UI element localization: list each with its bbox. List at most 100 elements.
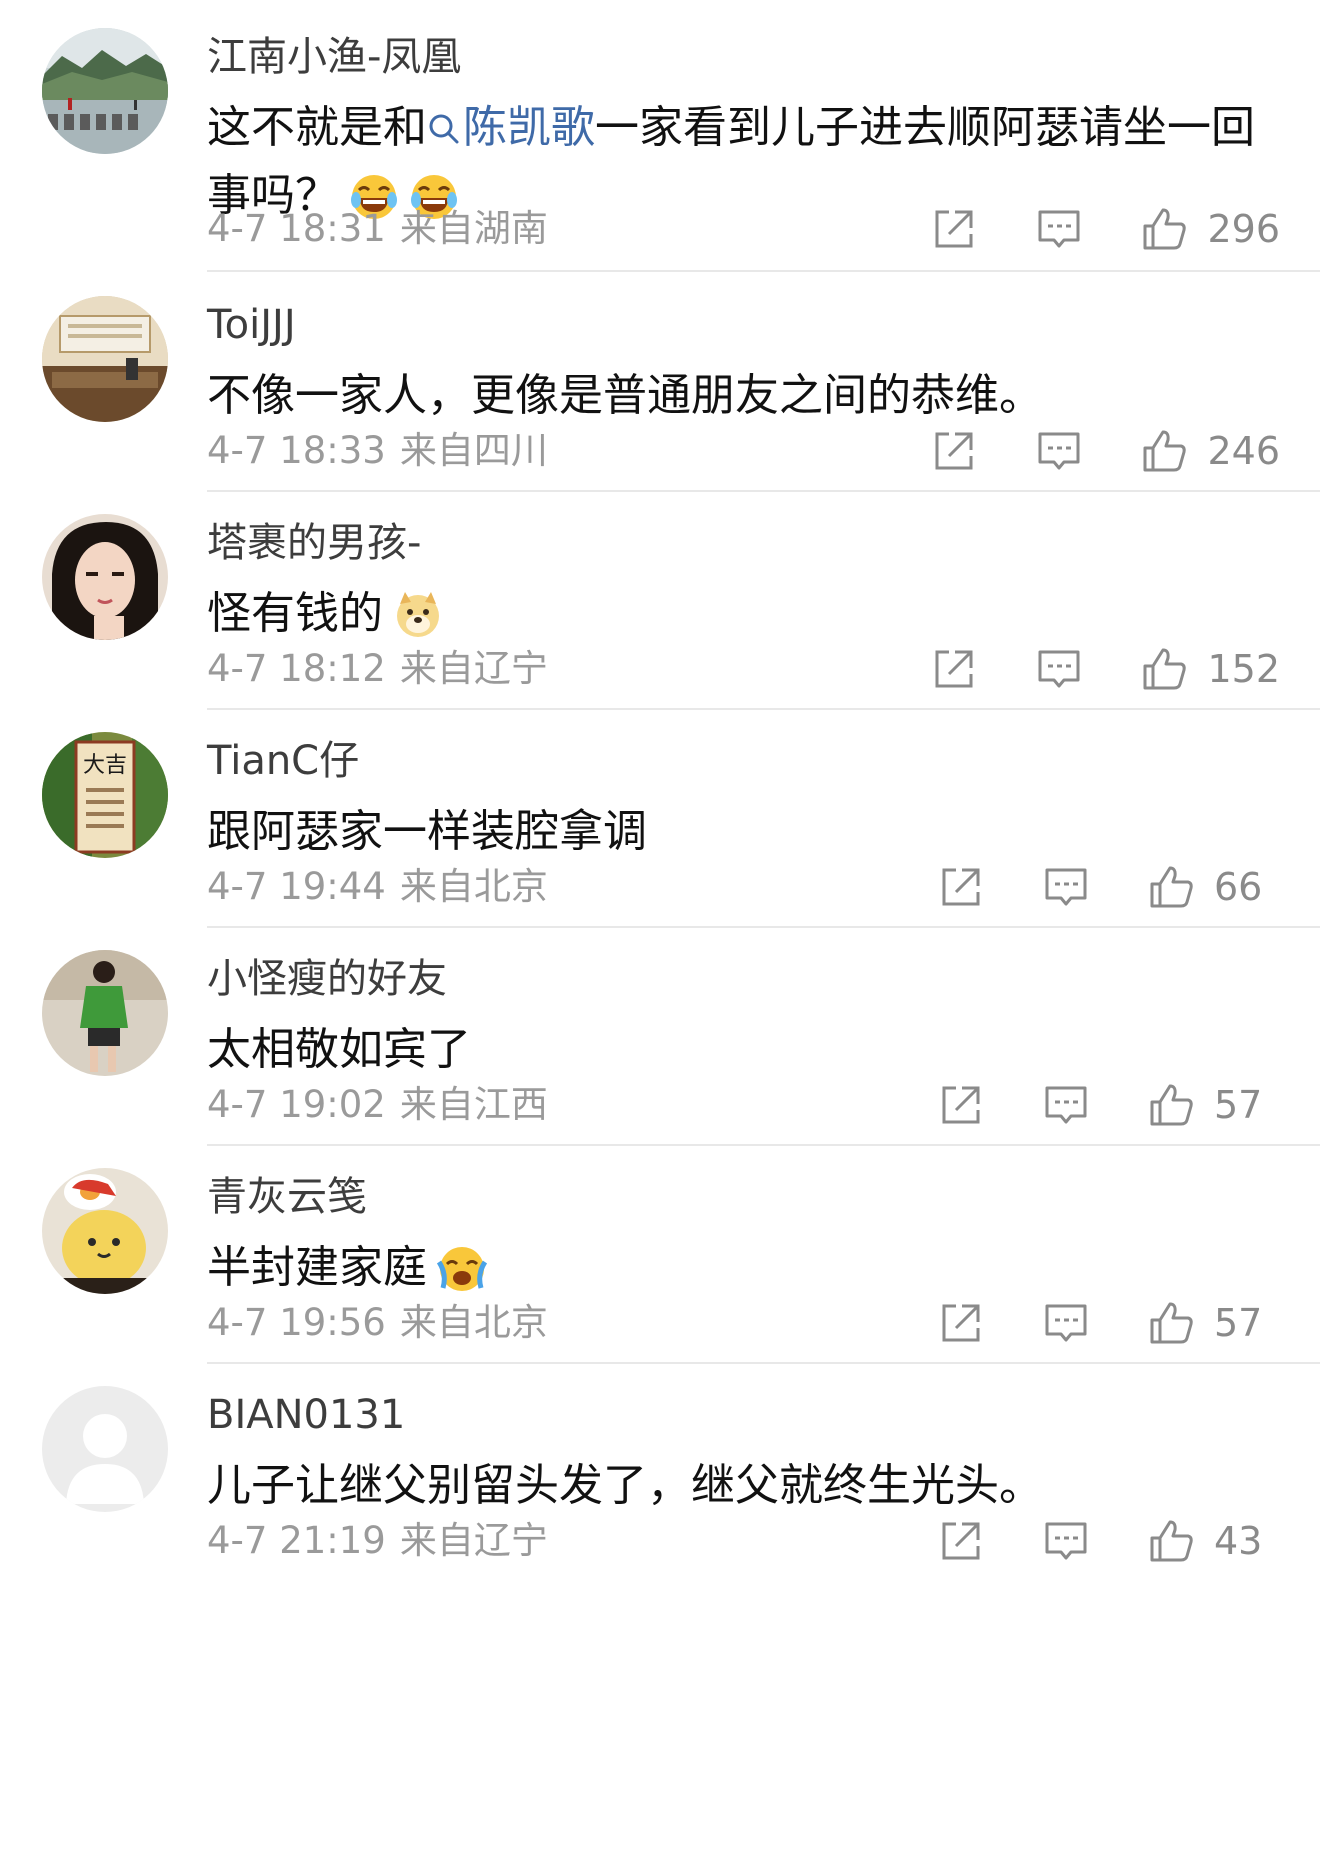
like-button[interactable]: 246 (1139, 426, 1280, 476)
comment-time: 4-7 19:44 (207, 865, 386, 908)
username[interactable]: BIAN0131 (207, 1390, 405, 1440)
comment-actions: 43 (936, 1516, 1280, 1566)
divider (207, 708, 1320, 710)
like-count: 57 (1214, 1083, 1263, 1127)
reply-icon[interactable] (1041, 1298, 1091, 1348)
comment-actions: 66 (936, 862, 1280, 912)
comment-actions: 152 (929, 644, 1280, 694)
username[interactable]: 小怪瘦的好友 (207, 954, 447, 1004)
username[interactable]: ToiJJJ (207, 300, 296, 350)
avatar[interactable] (42, 1386, 168, 1512)
thumbs-up-icon (1146, 1080, 1196, 1130)
thumbs-up-icon (1146, 1516, 1196, 1566)
comment-list: 江南小渔-凤凰 这不就是和 陈凯歌一家看到儿子进去顺阿瑟请坐一回事吗？ 4-7 1… (0, 0, 1320, 1855)
topic-link-label: 陈凯歌 (463, 102, 595, 153)
girl-portrait-avatar-icon (42, 514, 168, 640)
thumbs-up-icon (1146, 862, 1196, 912)
username[interactable]: 青灰云笺 (207, 1172, 367, 1222)
like-count: 57 (1214, 1301, 1263, 1345)
comment-location: 来自湖南 (399, 207, 548, 250)
comment-location: 来自北京 (399, 1301, 548, 1344)
comment-actions: 246 (929, 426, 1280, 476)
username[interactable]: 塔裹的男孩- (207, 518, 421, 568)
divider (207, 1144, 1320, 1146)
share-icon[interactable] (936, 862, 986, 912)
comment-time: 4-7 21:19 (207, 1519, 386, 1562)
avatar[interactable]: 大吉 (42, 732, 168, 858)
comment-meta: 4-7 18:12 来自辽宁 (207, 646, 548, 692)
comment-meta: 4-7 19:02 来自江西 (207, 1082, 548, 1128)
person-green-shirt-avatar-icon (42, 950, 168, 1076)
comment-text: 跟阿瑟家一样装腔拿调 (207, 806, 647, 857)
like-count: 152 (1207, 647, 1280, 691)
reply-icon[interactable] (1041, 1516, 1091, 1566)
reply-icon[interactable] (1041, 862, 1091, 912)
avatar[interactable] (42, 296, 168, 422)
comment-meta: 4-7 19:44 来自北京 (207, 864, 548, 910)
like-count: 66 (1214, 865, 1263, 909)
share-icon[interactable] (929, 644, 979, 694)
like-count: 246 (1207, 429, 1280, 473)
lucky-sign-avatar-icon: 大吉 (42, 732, 168, 858)
thumbs-up-icon (1139, 426, 1189, 476)
comment-text-part: 半封建家庭 (207, 1242, 427, 1293)
like-button[interactable]: 152 (1139, 644, 1280, 694)
topic-link[interactable]: 陈凯歌 (427, 102, 595, 153)
like-button[interactable]: 296 (1139, 204, 1280, 254)
room-avatar-icon (42, 296, 168, 422)
comment-text: 儿子让继父别留头发了，继父就终生光头。 (207, 1460, 1043, 1511)
comment-location: 来自辽宁 (399, 647, 548, 690)
comment-text-part: 这不就是和 (207, 102, 427, 153)
plush-toy-avatar-icon (42, 1168, 168, 1294)
username[interactable]: 江南小渔-凤凰 (207, 32, 461, 82)
comment-location: 来自江西 (399, 1083, 548, 1126)
landscape-avatar-icon (42, 28, 168, 154)
share-icon[interactable] (929, 426, 979, 476)
reply-icon[interactable] (1034, 204, 1084, 254)
avatar[interactable] (42, 28, 168, 154)
comment-time: 4-7 18:31 (207, 207, 386, 250)
like-count: 296 (1207, 207, 1280, 251)
comment-location: 来自四川 (399, 429, 548, 472)
comment-time: 4-7 19:56 (207, 1301, 386, 1344)
avatar[interactable] (42, 1168, 168, 1294)
comment-text-part: 怪有钱的 (207, 588, 383, 639)
comment-actions: 57 (936, 1298, 1280, 1348)
reply-icon[interactable] (1041, 1080, 1091, 1130)
thumbs-up-icon (1139, 204, 1189, 254)
share-icon[interactable] (936, 1516, 986, 1566)
share-icon[interactable] (936, 1080, 986, 1130)
comment-time: 4-7 19:02 (207, 1083, 386, 1126)
username[interactable]: TianC仔 (207, 736, 359, 786)
reply-icon[interactable] (1034, 644, 1084, 694)
comment-meta: 4-7 18:33 来自四川 (207, 428, 548, 474)
share-icon[interactable] (929, 204, 979, 254)
comment-text: 不像一家人，更像是普通朋友之间的恭维。 (207, 370, 1043, 421)
thumbs-up-icon (1146, 1298, 1196, 1348)
like-button[interactable]: 43 (1146, 1516, 1280, 1566)
divider (207, 270, 1320, 272)
divider (207, 926, 1320, 928)
comment-time: 4-7 18:33 (207, 429, 386, 472)
default-avatar-icon (42, 1386, 168, 1512)
avatar[interactable] (42, 514, 168, 640)
comment-location: 来自北京 (399, 865, 548, 908)
like-button[interactable]: 57 (1146, 1080, 1280, 1130)
search-icon (429, 114, 459, 144)
share-icon[interactable] (936, 1298, 986, 1348)
avatar[interactable] (42, 950, 168, 1076)
avatar-lucky-text: 大吉 (83, 753, 127, 778)
comment-text: 太相敬如宾了 (207, 1024, 471, 1075)
comment-time: 4-7 18:12 (207, 647, 386, 690)
divider (207, 490, 1320, 492)
like-button[interactable]: 57 (1146, 1298, 1280, 1348)
comment-meta: 4-7 19:56 来自北京 (207, 1300, 548, 1346)
comment-location: 来自辽宁 (399, 1519, 548, 1562)
comment-actions: 296 (929, 204, 1280, 254)
comment-meta: 4-7 21:19 来自辽宁 (207, 1518, 548, 1564)
like-button[interactable]: 66 (1146, 862, 1280, 912)
like-count: 43 (1214, 1519, 1263, 1563)
reply-icon[interactable] (1034, 426, 1084, 476)
comment-meta: 4-7 18:31 来自湖南 (207, 206, 548, 252)
comment-actions: 57 (936, 1080, 1280, 1130)
